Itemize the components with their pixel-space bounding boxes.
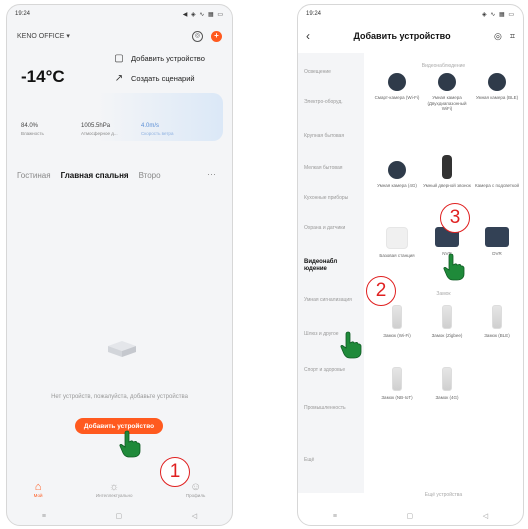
device-floodlight-camera[interactable]: Камера с подсветкой bbox=[472, 161, 522, 189]
system-nav-bar: ≡ ▢ ◁ bbox=[298, 507, 523, 525]
nav-home-icon[interactable]: ▢ bbox=[407, 512, 414, 520]
add-icon[interactable]: + bbox=[211, 30, 222, 42]
add-device-header: ‹ Добавить устройство ◎ ⌗ bbox=[298, 23, 523, 49]
weather-pressure: 1005.5hPa Атмосферное д... bbox=[81, 123, 118, 136]
tab-smart[interactable]: ☼ Интеллектуально bbox=[96, 481, 133, 498]
device-lock-nbiot[interactable]: Замок (NB-IoT) bbox=[372, 367, 422, 401]
menu-create-scenario[interactable]: ↗ Создать сценарий bbox=[113, 73, 205, 84]
tab-room-bedroom[interactable]: Главная спальня bbox=[61, 171, 129, 180]
lock-icon bbox=[492, 305, 502, 329]
sun-icon: ☼ bbox=[109, 480, 120, 493]
phone-add-device-screen: 19:24 ◈ ∿ ▦ ▭ ‹ Добавить устройство ◎ ⌗ … bbox=[297, 4, 524, 526]
device-lock-zigbee[interactable]: Замок (Zigbee) bbox=[422, 305, 472, 339]
weather-humidity: 84.0% Влажность bbox=[21, 123, 44, 136]
category-item[interactable]: Спорт и здоровье bbox=[304, 367, 360, 373]
nav-back-icon[interactable]: ◁ bbox=[192, 512, 197, 520]
lock-icon bbox=[392, 367, 402, 391]
camera-icon bbox=[438, 73, 456, 91]
scan-icon[interactable]: ◎ bbox=[494, 31, 502, 42]
status-time: 19:24 bbox=[306, 11, 322, 17]
device-doorbell[interactable]: Умный дверной звонок bbox=[422, 155, 472, 189]
pointing-hand-icon bbox=[119, 430, 141, 458]
device-camera-4g[interactable]: Умная камера (4G) bbox=[372, 161, 422, 189]
category-item[interactable]: Ещё bbox=[304, 457, 360, 463]
rooms-more-icon[interactable]: ··· bbox=[207, 169, 216, 179]
lock-icon bbox=[392, 305, 402, 329]
scenario-icon: ↗ bbox=[114, 73, 124, 84]
device-dvr[interactable]: DVR bbox=[472, 227, 522, 257]
empty-state-text: Нет устройств, пожалуйста, добавьте устр… bbox=[51, 394, 188, 400]
device-camera-ble[interactable]: Умная камера (BLE) bbox=[472, 73, 522, 101]
page-title: Добавить устройство bbox=[353, 31, 451, 41]
category-item[interactable]: Охрана и датчики bbox=[304, 225, 360, 231]
weather-card: 84.0% Влажность 1005.5hPa Атмосферное д...… bbox=[15, 93, 223, 141]
base-station-icon bbox=[386, 227, 408, 249]
tab-room-second[interactable]: Второ bbox=[139, 171, 161, 180]
status-icons: ◀ ◈ ∿ ▦ ▭ bbox=[182, 11, 224, 18]
device-lock-4g[interactable]: Замок (4G) bbox=[422, 367, 472, 401]
home-icon: ⌂ bbox=[34, 480, 42, 493]
system-nav-bar: ≡ ▢ ◁ bbox=[7, 507, 232, 525]
status-icons: ◈ ∿ ▦ ▭ bbox=[482, 11, 515, 18]
tab-profile[interactable]: ☺ Профиль bbox=[186, 481, 205, 498]
nav-back-icon[interactable]: ◁ bbox=[483, 512, 488, 520]
category-item[interactable]: Мелкая бытовая bbox=[304, 165, 360, 171]
category-item[interactable]: Электро-оборуд. bbox=[304, 99, 360, 105]
home-header: KENO OFFICE ▾ ◎ + bbox=[7, 23, 232, 49]
empty-box-icon bbox=[108, 341, 136, 357]
menu-add-device[interactable]: ▢ Добавить устройство bbox=[113, 53, 205, 64]
more-devices-link[interactable]: Ещё устройства bbox=[364, 492, 523, 498]
status-time: 19:24 bbox=[15, 11, 31, 17]
category-item[interactable]: Умная сигнализация bbox=[304, 297, 360, 303]
status-bar: 19:24 ◈ ∿ ▦ ▭ bbox=[298, 5, 523, 23]
step-marker-1: 1 bbox=[160, 457, 190, 487]
category-item-selected[interactable]: Видеонабл юдение bbox=[304, 259, 360, 273]
device-lock-wifi[interactable]: Замок (Wi-Fi) bbox=[372, 305, 422, 339]
step-marker-2: 2 bbox=[366, 276, 396, 306]
back-icon[interactable]: ‹ bbox=[306, 29, 310, 43]
nav-menu-icon[interactable]: ≡ bbox=[333, 513, 337, 520]
category-item[interactable]: Крупная бытовая bbox=[304, 133, 360, 139]
weather-wind: 4.0m/s Скорость ветра bbox=[141, 123, 174, 136]
camera-icon bbox=[388, 161, 406, 179]
nav-home-icon[interactable]: ▢ bbox=[116, 512, 123, 520]
profile-icon: ☺ bbox=[189, 480, 202, 493]
section-title: Видеонаблюдение bbox=[421, 63, 466, 69]
lock-icon bbox=[442, 305, 452, 329]
camera-icon bbox=[488, 73, 506, 91]
camera-icon bbox=[388, 73, 406, 91]
category-item[interactable]: Освещение bbox=[304, 69, 360, 75]
nav-menu-icon[interactable]: ≡ bbox=[42, 513, 46, 520]
home-selector[interactable]: KENO OFFICE ▾ bbox=[17, 32, 70, 40]
pointing-hand-icon bbox=[340, 331, 362, 359]
device-lock-ble[interactable]: Замок (BLE) bbox=[472, 305, 522, 339]
floodlight-icon bbox=[488, 161, 506, 179]
room-tabs: Гостиная Главная спальня Второ bbox=[17, 171, 161, 180]
qr-scan-icon[interactable]: ⌗ bbox=[510, 31, 515, 42]
doorbell-icon bbox=[442, 155, 452, 179]
add-menu: ▢ Добавить устройство ↗ Создать сценарий bbox=[113, 47, 205, 84]
status-bar: 19:24 ◀ ◈ ∿ ▦ ▭ bbox=[7, 5, 232, 23]
device-camera-dualband[interactable]: Умная камера (Двухдиапазонный WiFi) bbox=[422, 73, 472, 112]
dvr-icon bbox=[485, 227, 509, 247]
step-marker-3: 3 bbox=[440, 203, 470, 233]
device-base-station[interactable]: Базовая станция bbox=[372, 227, 422, 259]
category-item[interactable]: Промышленность bbox=[304, 405, 360, 411]
tab-room-living[interactable]: Гостиная bbox=[17, 171, 51, 180]
lock-icon bbox=[442, 367, 452, 391]
device-smart-camera-wifi[interactable]: Смарт-камера (Wi-Fi) bbox=[372, 73, 422, 101]
category-sidebar: Освещение Электро-оборуд. Крупная бытова… bbox=[298, 53, 364, 493]
temperature: -14°C bbox=[21, 67, 65, 86]
pointing-hand-icon bbox=[443, 253, 465, 281]
device-icon: ▢ bbox=[114, 53, 124, 64]
bottom-tab-bar: ⌂ Мой ☼ Интеллектуально ☺ Профиль bbox=[7, 471, 232, 507]
category-item[interactable]: Кухонные приборы bbox=[304, 195, 360, 201]
tab-home[interactable]: ⌂ Мой bbox=[34, 481, 43, 498]
scan-icon[interactable]: ◎ bbox=[192, 30, 203, 42]
